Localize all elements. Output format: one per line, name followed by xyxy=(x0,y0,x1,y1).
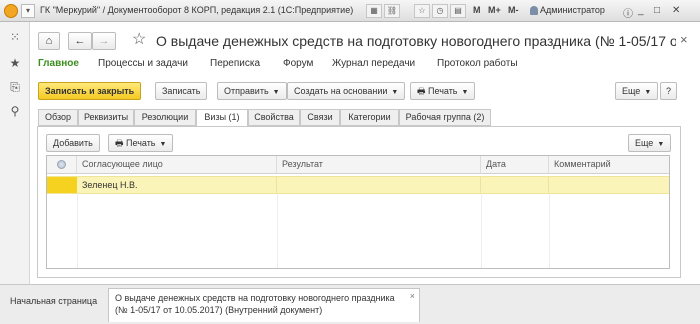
visas-more-button[interactable]: Еще ▼ xyxy=(628,134,672,152)
app-logo-icon xyxy=(4,4,18,18)
print-button[interactable]: 🖶 Печать ▼ xyxy=(410,82,476,100)
minimize-icon[interactable]: _ xyxy=(638,5,644,16)
info-icon[interactable]: ⓘ xyxy=(623,5,633,20)
save-button[interactable]: Записать xyxy=(155,82,208,100)
task-document-title: О выдаче денежных средств на подготовку … xyxy=(115,293,395,303)
printer-icon: 🖶 xyxy=(115,138,124,148)
search-icon[interactable]: ⚲ xyxy=(8,104,22,118)
maximize-icon[interactable]: □ xyxy=(654,5,660,16)
page-title: О выдаче денежных средств на подготовку … xyxy=(156,33,676,49)
visas-table: Согласующее лицо Результат Дата Коммента… xyxy=(46,155,670,269)
tab-visas[interactable]: Визы (1) xyxy=(196,109,248,127)
memory-plus-button[interactable]: M+ xyxy=(488,5,501,15)
task-document-subtitle: (№ 1-05/17 от 10.05.2017) (Внутренний до… xyxy=(115,305,323,315)
status-circle-icon xyxy=(57,160,66,169)
column-header-comment[interactable]: Комментарий xyxy=(549,156,669,174)
cell-approver[interactable]: Зеленец Н.В. xyxy=(77,177,277,193)
grid-icon[interactable]: ▦ xyxy=(366,4,382,18)
select-all-header[interactable] xyxy=(47,156,77,174)
dropdown-arrow-icon: ▼ xyxy=(461,89,469,96)
column-header-date[interactable]: Дата xyxy=(481,156,549,174)
dropdown-arrow-icon: ▼ xyxy=(644,89,652,96)
task-current-document[interactable]: О выдаче денежных средств на подготовку … xyxy=(108,288,420,322)
title-bar: ▾ ГК "Меркурий" / Документооборот 8 КОРП… xyxy=(0,0,700,22)
main-menu-icon[interactable]: ▾ xyxy=(21,4,35,18)
tab-links[interactable]: Связи xyxy=(300,109,340,126)
row-selection-marker xyxy=(47,177,77,193)
task-home-page[interactable]: Начальная страница xyxy=(4,288,104,322)
user-icon xyxy=(530,6,538,15)
tab-categories[interactable]: Категории xyxy=(340,109,399,126)
nav-transfer-log[interactable]: Журнал передачи xyxy=(332,58,415,69)
tab-properties[interactable]: Свойства xyxy=(248,109,300,126)
column-divider xyxy=(277,194,278,268)
nav-processes[interactable]: Процессы и задачи xyxy=(98,58,188,69)
cell-date[interactable] xyxy=(481,177,549,193)
column-divider xyxy=(549,194,550,268)
link-icon[interactable]: ⛓ xyxy=(384,4,400,18)
close-document-icon[interactable]: × xyxy=(680,32,688,47)
send-button[interactable]: Отправить ▼ xyxy=(217,82,287,100)
history-icon[interactable]: ◷ xyxy=(432,4,448,18)
favorite-star-icon[interactable]: ☆ xyxy=(132,30,146,50)
more-button[interactable]: Еще ▼ xyxy=(615,82,659,100)
nav-forum[interactable]: Форум xyxy=(283,58,313,69)
window-title: ГК "Меркурий" / Документооборот 8 КОРП, … xyxy=(40,5,354,15)
home-button[interactable]: ⌂ xyxy=(38,32,60,50)
tab-overview[interactable]: Обзор xyxy=(38,109,78,126)
close-tab-icon[interactable]: × xyxy=(410,291,415,301)
memory-button[interactable]: M xyxy=(473,5,481,15)
create-based-on-button[interactable]: Создать на основании ▼ xyxy=(287,82,406,100)
calculator-icon[interactable]: ▤ xyxy=(450,4,466,18)
visas-print-button[interactable]: 🖶 Печать ▼ xyxy=(108,134,174,152)
nav-correspondence[interactable]: Переписка xyxy=(210,58,260,69)
dropdown-arrow-icon: ▼ xyxy=(272,89,280,96)
open-windows-bar: Начальная страница О выдаче денежных сре… xyxy=(0,284,700,324)
column-header-approver[interactable]: Согласующее лицо xyxy=(77,156,277,174)
forward-button[interactable]: → xyxy=(92,32,116,50)
memory-minus-button[interactable]: M- xyxy=(508,5,519,15)
tab-work-group[interactable]: Рабочая группа (2) xyxy=(399,109,491,126)
history-icon[interactable]: ⎘ xyxy=(8,80,22,94)
left-sidebar: ⁙ ★ ⎘ ⚲ xyxy=(0,22,30,284)
printer-icon: 🖶 xyxy=(417,86,426,96)
user-name[interactable]: Администратор xyxy=(540,5,605,15)
column-divider xyxy=(77,194,78,268)
cell-result[interactable] xyxy=(277,177,481,193)
column-header-result[interactable]: Результат xyxy=(277,156,481,174)
sections-menu-icon[interactable]: ⁙ xyxy=(8,30,22,44)
save-and-close-button[interactable]: Записать и закрыть xyxy=(38,82,142,100)
add-visa-button[interactable]: Добавить xyxy=(46,134,100,152)
window-close-icon[interactable]: ✕ xyxy=(672,5,680,16)
table-row[interactable]: Зеленец Н.В. xyxy=(47,176,669,194)
nav-main[interactable]: Главное xyxy=(38,58,79,69)
tab-details[interactable]: Реквизиты xyxy=(78,109,134,126)
tab-resolutions[interactable]: Резолюции xyxy=(134,109,196,126)
star-icon[interactable]: ☆ xyxy=(414,4,430,18)
dropdown-arrow-icon: ▼ xyxy=(159,141,167,148)
favorites-icon[interactable]: ★ xyxy=(8,56,22,70)
column-divider xyxy=(481,194,482,268)
dropdown-arrow-icon: ▼ xyxy=(391,89,399,96)
dropdown-arrow-icon: ▼ xyxy=(657,141,665,148)
nav-work-protocol[interactable]: Протокол работы xyxy=(437,58,518,69)
help-button[interactable]: ? xyxy=(660,82,678,100)
back-button[interactable]: ← xyxy=(68,32,92,50)
cell-comment[interactable] xyxy=(549,177,669,193)
